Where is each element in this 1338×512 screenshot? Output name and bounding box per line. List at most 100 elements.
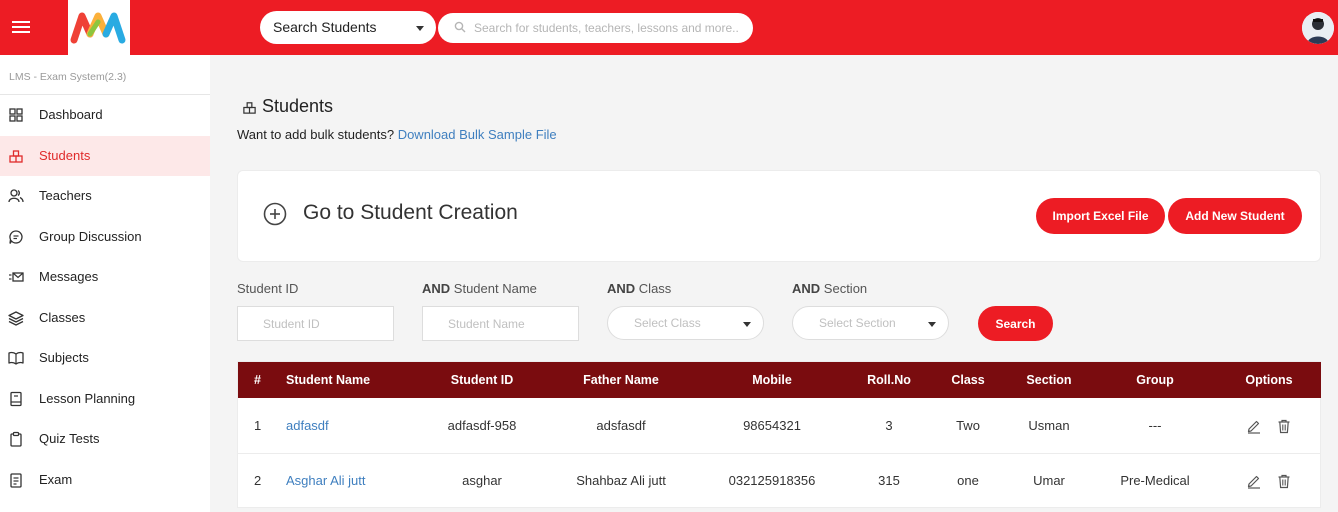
student-id-input[interactable] (237, 306, 394, 341)
cell-class: one (957, 473, 979, 488)
download-sample-link[interactable]: Download Bulk Sample File (398, 127, 557, 142)
and-word: AND (607, 281, 636, 296)
sidebar-item-label: Messages (39, 269, 99, 284)
and-word: AND (422, 281, 451, 296)
sidebar-item-label: Students (39, 148, 91, 163)
sidebar-item-students[interactable]: Students (0, 136, 210, 176)
notebook-icon (10, 391, 22, 407)
and-word: AND (792, 281, 821, 296)
class-label: AND Class (607, 281, 671, 296)
column-header-student-id: Student ID (450, 373, 514, 387)
mail-icon (9, 272, 24, 282)
search-button[interactable]: Search (978, 306, 1053, 341)
sidebar-item-classes[interactable]: Classes (0, 298, 210, 338)
sidebar-item-quiz-tests[interactable]: Quiz Tests (0, 419, 210, 459)
grid-icon (9, 108, 23, 122)
cell-student-name-link[interactable]: adfasdf (286, 418, 329, 433)
cell-mobile: 032125918356 (728, 473, 816, 488)
chevron-down-icon (743, 322, 751, 327)
sidebar-item-messages[interactable]: Messages (0, 257, 210, 297)
sidebar-item-label: Group Discussion (39, 229, 142, 244)
edit-icon[interactable] (1246, 473, 1262, 489)
students-icon (243, 102, 256, 114)
sidebar-item-subjects[interactable]: Subjects (0, 338, 210, 378)
section-label: AND Section (792, 281, 867, 296)
table-header: # Student Name Student ID Father Name Mo… (238, 362, 1321, 398)
student-name-label: AND Student Name (422, 281, 537, 296)
user-avatar[interactable] (1302, 12, 1334, 44)
table-row: 1 adfasdf adfasdf-958 adsfasdf 98654321 … (238, 398, 1321, 453)
column-header-group: Group (1136, 373, 1174, 387)
cell-roll-no: 3 (885, 418, 893, 433)
students-icon (9, 150, 23, 163)
exam-icon (10, 473, 22, 488)
cell-group: Pre-Medical (1120, 473, 1190, 488)
class-select[interactable]: Select Class (607, 306, 764, 340)
sidebar-item-teachers[interactable]: Teachers (0, 176, 210, 216)
sidebar-item-dashboard[interactable]: Dashboard (0, 95, 210, 135)
add-new-student-button[interactable]: Add New Student (1168, 198, 1302, 234)
cell-group: --- (1148, 418, 1162, 433)
sidebar-item-label: Dashboard (39, 107, 103, 122)
class-label-text: Class (638, 281, 672, 296)
edit-icon[interactable] (1246, 418, 1262, 434)
cell-father-name: Shahbaz Ali jutt (576, 473, 666, 488)
column-header-roll-no: Roll.No (867, 373, 911, 387)
trash-icon[interactable] (1276, 473, 1292, 489)
student-id-label: Student ID (237, 281, 298, 296)
column-header-options: Options (1245, 373, 1293, 387)
import-excel-button[interactable]: Import Excel File (1036, 198, 1165, 234)
class-select-placeholder: Select Class (634, 316, 701, 330)
column-header-student-name: Student Name (286, 373, 371, 387)
students-table: # Student Name Student ID Father Name Mo… (237, 361, 1321, 508)
sidebar-item-label: Lesson Planning (39, 391, 136, 406)
sidebar-item-label: Classes (39, 310, 86, 325)
cell-student-name-link[interactable]: Asghar Ali jutt (286, 473, 366, 488)
logo[interactable] (68, 0, 130, 55)
chevron-down-icon (416, 26, 424, 31)
sidebar-item-label: Quiz Tests (39, 431, 100, 446)
chevron-down-icon (928, 322, 936, 327)
column-header-class: Class (951, 373, 985, 387)
top-header: Search Students (0, 0, 1338, 55)
section-label-text: Section (823, 281, 868, 296)
student-id-label-text: Student ID (237, 281, 299, 296)
plus-circle-icon[interactable] (263, 202, 287, 226)
cell-mobile: 98654321 (743, 418, 801, 433)
trash-icon[interactable] (1276, 418, 1292, 434)
cell-father-name: adsfasdf (596, 418, 646, 433)
global-search-input[interactable] (474, 17, 744, 39)
cell-student-id: adfasdf-958 (447, 418, 517, 433)
column-header-section: Section (1026, 373, 1072, 387)
search-type-dropdown[interactable]: Search Students (260, 11, 436, 44)
sidebar-item-label: Exam (39, 472, 73, 487)
search-icon (454, 21, 466, 33)
column-header-father-name: Father Name (583, 373, 659, 387)
go-to-student-creation[interactable]: Go to Student Creation (303, 201, 518, 225)
section-select-placeholder: Select Section (819, 316, 896, 330)
sidebar-item-group-discussion[interactable]: Group Discussion (0, 217, 210, 257)
table-row: 2 Asghar Ali jutt asghar Shahbaz Ali jut… (238, 453, 1321, 508)
sidebar: LMS - Exam System(2.3) Dashboard Student… (0, 55, 210, 512)
search-type-value: Search Students (273, 19, 377, 35)
cell-number: 2 (254, 473, 262, 488)
page-title: Students (262, 96, 334, 116)
cell-roll-no: 315 (878, 473, 900, 488)
column-header-number: # (254, 373, 261, 387)
column-header-mobile: Mobile (752, 373, 792, 387)
cell-student-id: asghar (462, 473, 502, 488)
layers-icon (8, 311, 24, 326)
bulk-info-text: Want to add bulk students? (237, 127, 395, 142)
users-icon (8, 189, 24, 203)
book-icon (8, 351, 24, 365)
sidebar-item-lesson-planning[interactable]: Lesson Planning (0, 379, 210, 419)
chat-icon (9, 230, 23, 244)
hamburger-menu-icon[interactable] (0, 0, 42, 55)
student-name-input[interactable] (422, 306, 579, 341)
cell-section: Usman (1028, 418, 1070, 433)
sidebar-item-exam[interactable]: Exam (0, 460, 210, 500)
sidebar-item-label: Teachers (39, 188, 92, 203)
global-search (438, 13, 753, 43)
cell-section: Umar (1033, 473, 1065, 488)
section-select[interactable]: Select Section (792, 306, 949, 340)
